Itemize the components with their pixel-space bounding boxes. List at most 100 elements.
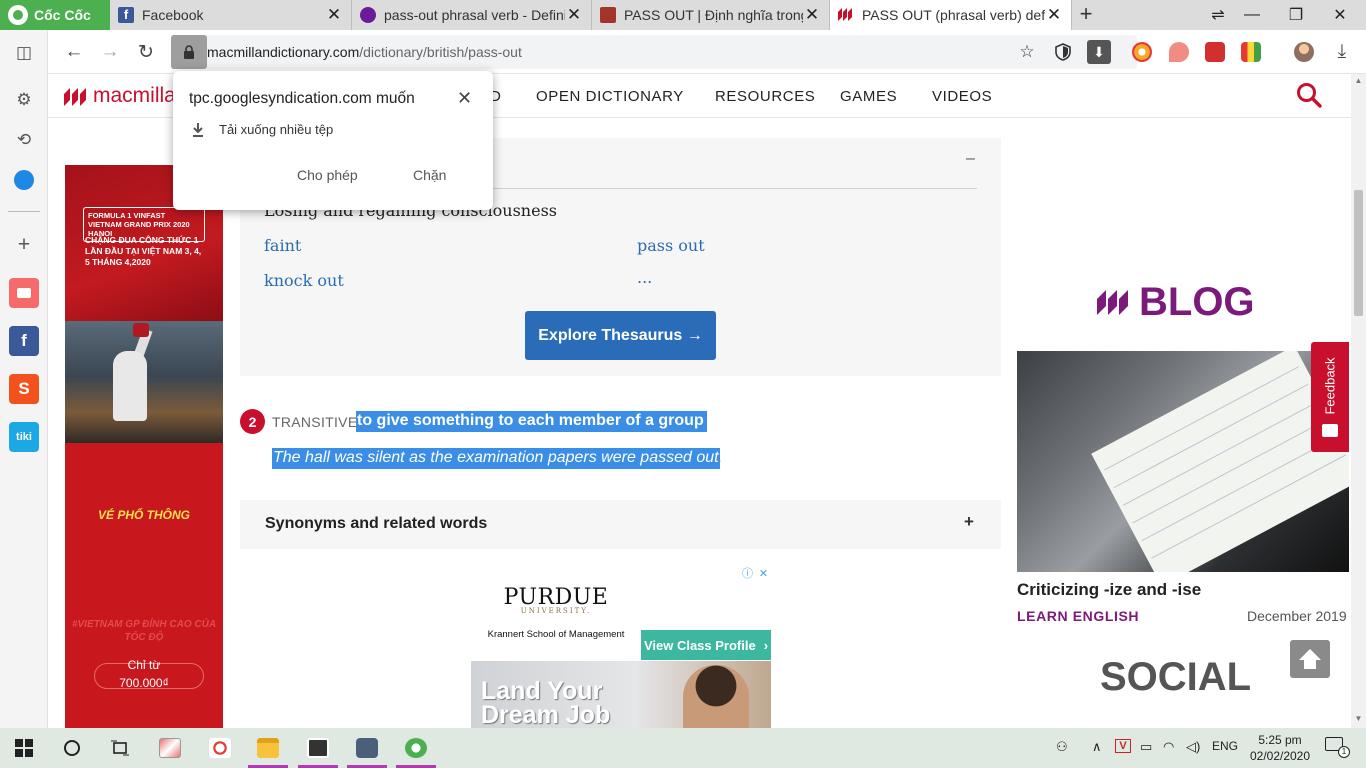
shield-icon[interactable] bbox=[1051, 40, 1075, 64]
tab-facebook[interactable]: f Facebook ✕ bbox=[110, 0, 352, 30]
sense-definition: to give something to each member of a gr… bbox=[356, 411, 707, 432]
nav-videos[interactable]: VIDEOS bbox=[932, 88, 992, 105]
youtube-icon[interactable] bbox=[9, 278, 39, 308]
ad-cta-button[interactable]: View Class Profile › bbox=[641, 630, 771, 660]
back-arrow-icon[interactable]: ← bbox=[60, 38, 88, 66]
allow-button[interactable]: Cho phép bbox=[297, 167, 358, 183]
tab-title: PASS OUT | Định nghĩa trong bbox=[624, 7, 803, 23]
collapse-toggle[interactable]: – bbox=[966, 150, 975, 168]
shopee-icon[interactable]: S bbox=[9, 374, 39, 404]
f1-advertisement[interactable]: FORMULA 1 VINFAST VIETNAM GRAND PRIX 202… bbox=[65, 165, 223, 728]
battery-icon[interactable]: ▭ bbox=[1140, 739, 1152, 755]
adblock-extension-icon[interactable] bbox=[1169, 42, 1189, 62]
wifi-icon[interactable]: ◠ bbox=[1163, 739, 1174, 755]
tab-cambridge[interactable]: PASS OUT | Định nghĩa trong ✕ bbox=[592, 0, 830, 30]
browser-menu-button[interactable]: Cốc Cốc bbox=[0, 0, 110, 30]
browser-sidebar: ◫ ⚙ ⟲ + f S tiki bbox=[0, 30, 48, 728]
chrome-extension-icon[interactable] bbox=[1132, 42, 1152, 62]
feedback-tab[interactable]: Feedback bbox=[1311, 342, 1349, 452]
tab-close-icon[interactable]: ✕ bbox=[565, 5, 583, 25]
tab-close-icon[interactable]: ✕ bbox=[1045, 5, 1063, 25]
minimize-button[interactable]: — bbox=[1232, 0, 1272, 30]
page-scrollbar[interactable]: ▲ ▼ bbox=[1351, 74, 1366, 728]
sense-example: The hall was silent as the examination p… bbox=[272, 448, 720, 469]
volume-icon[interactable]: ◁) bbox=[1186, 739, 1200, 755]
ad-person-photo bbox=[683, 665, 749, 728]
download-box-icon[interactable]: ⬇ bbox=[1087, 40, 1111, 64]
nav-open-dictionary[interactable]: OPEN DICTIONARY bbox=[536, 88, 684, 105]
thesaurus-link-knock-out[interactable]: knock out bbox=[264, 271, 344, 290]
tiki-icon[interactable]: tiki bbox=[9, 422, 39, 452]
thesaurus-link-pass-out[interactable]: pass out bbox=[637, 236, 705, 255]
blog-heading[interactable]: BLOG bbox=[1097, 280, 1255, 325]
url-text[interactable]: macmillandictionary.com/dictionary/briti… bbox=[207, 44, 522, 60]
task-view-icon[interactable] bbox=[96, 728, 144, 768]
synonyms-accordion[interactable]: Synonyms and related words + bbox=[240, 500, 1001, 549]
reload-icon[interactable]: ↻ bbox=[132, 38, 160, 66]
scroll-down-arrow-icon[interactable]: ▼ bbox=[1353, 714, 1364, 723]
app-icon-1[interactable] bbox=[146, 728, 194, 768]
taskbar-clock[interactable]: 5:25 pm 02/02/2020 bbox=[1240, 732, 1320, 764]
nav-resources[interactable]: RESOURCES bbox=[715, 88, 815, 105]
blog-category[interactable]: LEARN ENGLISH bbox=[1017, 608, 1139, 624]
windows-start-icon[interactable] bbox=[0, 728, 48, 768]
thesaurus-link-faint[interactable]: faint bbox=[264, 236, 301, 255]
tab-macmillan-active[interactable]: PASS OUT (phrasal verb) defin ✕ bbox=[830, 0, 1072, 30]
restore-button[interactable]: ❐ bbox=[1276, 0, 1316, 30]
close-window-button[interactable]: ✕ bbox=[1320, 0, 1360, 30]
scrollbar-thumb[interactable] bbox=[1354, 190, 1363, 316]
red-extension-icon[interactable] bbox=[1205, 42, 1225, 62]
browser-toolbar: ← → ↻ macmillandictionary.com/dictionary… bbox=[48, 30, 1366, 74]
file-explorer-icon[interactable] bbox=[244, 728, 292, 768]
browser-tab-strip: Cốc Cốc f Facebook ✕ pass-out phrasal ve… bbox=[0, 0, 1366, 30]
block-button[interactable]: Chặn bbox=[413, 167, 446, 183]
sticky-notes-icon[interactable] bbox=[294, 728, 342, 768]
coccoc-taskbar-icon[interactable] bbox=[392, 728, 440, 768]
facebook-icon[interactable]: f bbox=[9, 326, 39, 356]
tray-chevron-up-icon[interactable]: ∧ bbox=[1092, 739, 1102, 755]
site-info-lock-icon[interactable] bbox=[171, 35, 207, 69]
expand-plus-icon[interactable]: + bbox=[964, 512, 974, 532]
app-icon-3[interactable] bbox=[343, 728, 391, 768]
color-extension-icon[interactable] bbox=[1241, 42, 1261, 62]
popup-close-icon[interactable]: ✕ bbox=[457, 88, 472, 109]
scroll-to-top-button[interactable] bbox=[1290, 640, 1330, 678]
bookmark-star-icon[interactable]: ☆ bbox=[1015, 40, 1039, 64]
clock-date: 02/02/2020 bbox=[1249, 749, 1311, 763]
site-search-icon[interactable] bbox=[1296, 82, 1322, 113]
macmillan-logo[interactable]: macmillan bbox=[64, 84, 188, 108]
forward-arrow-icon[interactable]: → bbox=[96, 38, 124, 66]
profile-avatar[interactable] bbox=[1294, 42, 1314, 62]
blog-post-title[interactable]: Criticizing -ize and -ise bbox=[1017, 580, 1201, 600]
messenger-icon[interactable] bbox=[9, 165, 39, 195]
sidebar-toggle-icon[interactable]: ◫ bbox=[9, 38, 39, 68]
tab-close-icon[interactable]: ✕ bbox=[325, 5, 343, 25]
new-tab-button[interactable]: + bbox=[1074, 0, 1098, 30]
tab-close-icon[interactable]: ✕ bbox=[803, 5, 821, 25]
cambridge-favicon-icon bbox=[600, 7, 616, 23]
antivirus-icon[interactable]: V bbox=[1115, 739, 1131, 753]
history-icon[interactable]: ⟲ bbox=[9, 125, 39, 155]
add-shortcut-icon[interactable]: + bbox=[9, 230, 39, 260]
blog-post-image[interactable] bbox=[1017, 351, 1349, 572]
settings-gear-icon[interactable]: ⚙ bbox=[9, 85, 39, 115]
sense-example-period: . bbox=[718, 449, 723, 466]
download-icon[interactable]: ⤓ bbox=[1328, 38, 1356, 66]
macmillan-logo-icon bbox=[64, 86, 88, 106]
tab-pass-out-definition[interactable]: pass-out phrasal verb - Defini ✕ bbox=[352, 0, 592, 30]
purdue-advertisement[interactable]: ⓘ ✕ PURDUE UNIVERSITY. Krannert School of… bbox=[471, 565, 771, 728]
coccoc-logo-icon bbox=[8, 5, 28, 25]
language-indicator[interactable]: ENG bbox=[1212, 739, 1238, 753]
nav-games[interactable]: GAMES bbox=[840, 88, 897, 105]
blog-logo-icon bbox=[1097, 280, 1131, 325]
app-icon-2[interactable] bbox=[196, 728, 244, 768]
thesaurus-link-more[interactable]: ... bbox=[637, 268, 652, 287]
search-circle-icon[interactable] bbox=[48, 728, 96, 768]
adchoices-icon[interactable]: ⓘ ✕ bbox=[739, 565, 771, 581]
address-bar[interactable]: macmillandictionary.com/dictionary/briti… bbox=[171, 35, 1137, 69]
scroll-up-arrow-icon[interactable]: ▲ bbox=[1353, 76, 1364, 85]
tab-title: PASS OUT (phrasal verb) defin bbox=[862, 7, 1045, 23]
people-icon[interactable]: ⚇ bbox=[1056, 739, 1068, 755]
notification-center-icon[interactable]: 1 bbox=[1325, 737, 1350, 758]
explore-thesaurus-button[interactable]: Explore Thesaurus → bbox=[525, 311, 716, 360]
